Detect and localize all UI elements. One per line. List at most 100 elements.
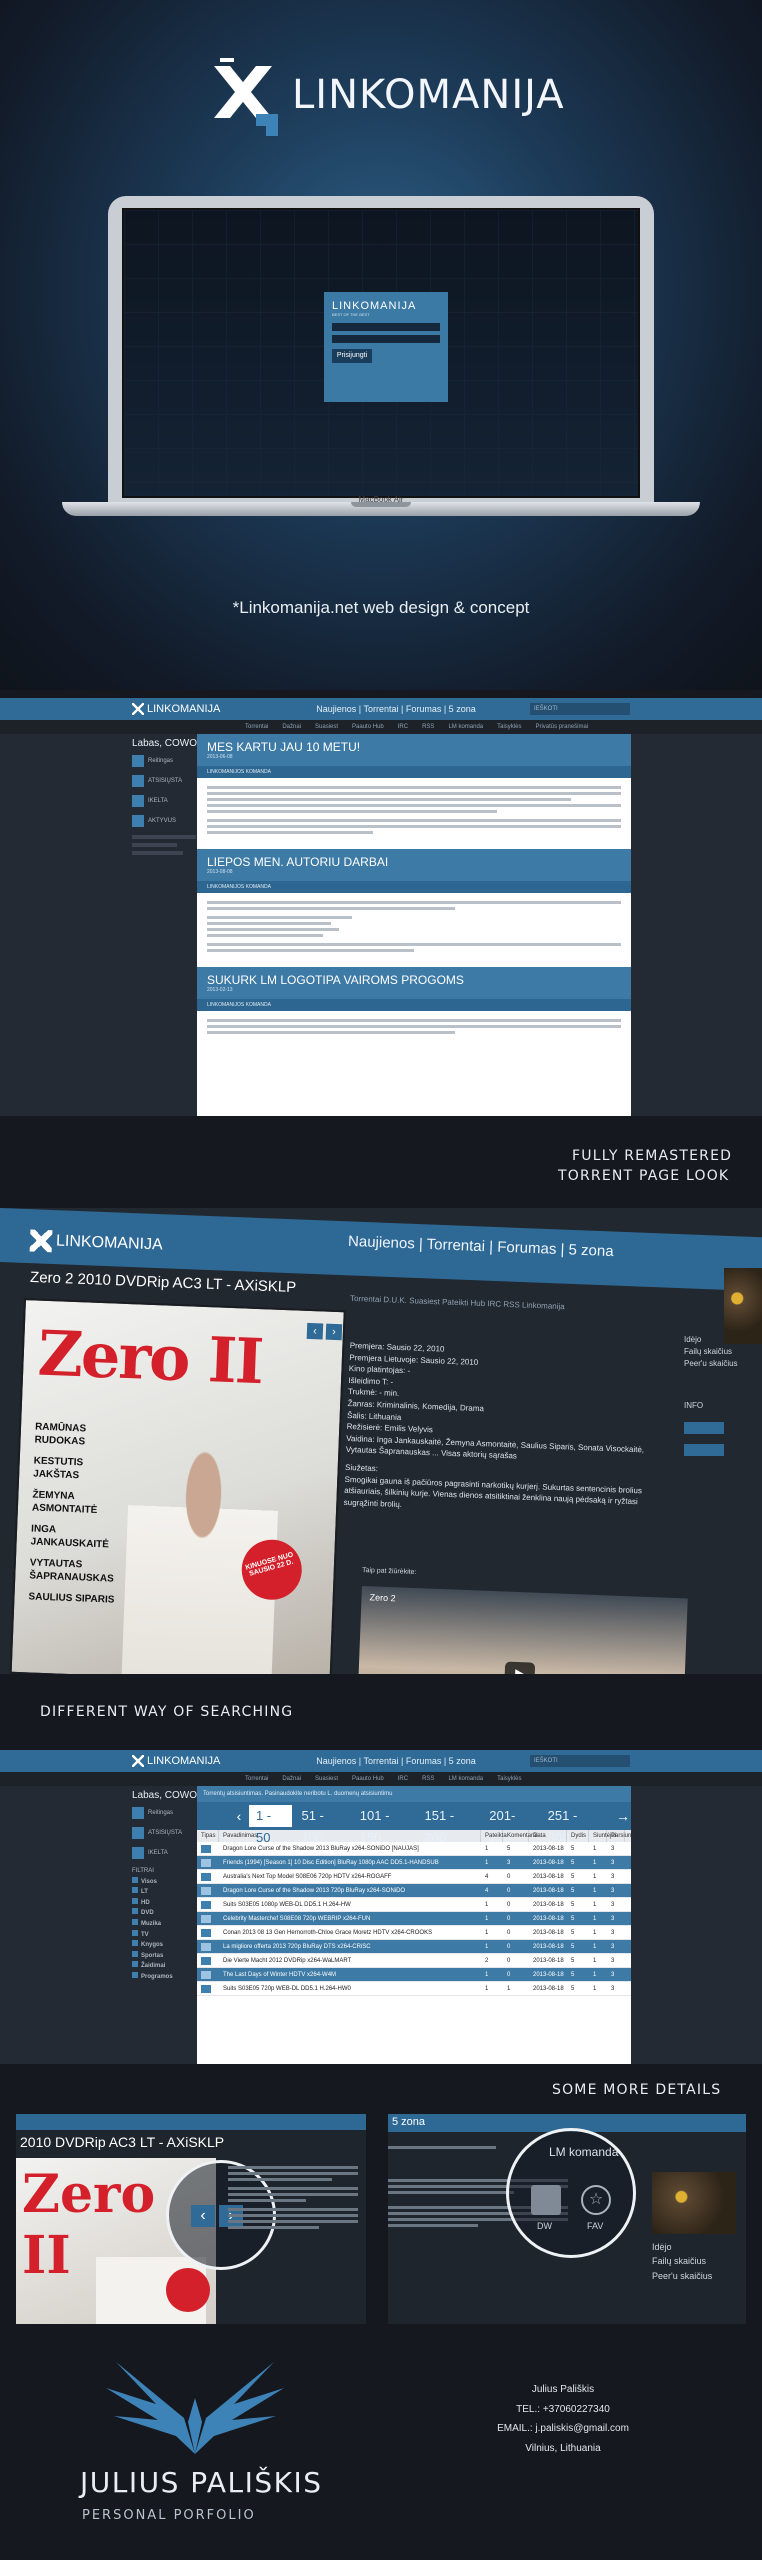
team-link[interactable]: LM komanda: [549, 2145, 618, 2159]
cell-name[interactable]: Die Vierte Macht 2012 DVDRip x264-WaLMAR…: [219, 1954, 481, 1967]
checkbox-icon[interactable]: [132, 1940, 138, 1947]
favorite-star-icon[interactable]: ☆: [581, 2185, 611, 2215]
table-row[interactable]: Suits S03E05 1080p WEB-DL DD5.1 H.264-HW…: [197, 1898, 631, 1912]
filter-item[interactable]: Sportas: [132, 1950, 196, 1962]
prev-arrow-icon[interactable]: ‹: [191, 2205, 215, 2227]
table-row[interactable]: Friends (1994) [Season 1] 10 Disc Editio…: [197, 1856, 631, 1870]
checkbox-icon[interactable]: [132, 1961, 138, 1968]
prev-arrow-icon[interactable]: ‹: [306, 1322, 324, 1340]
column-header[interactable]: Pavadinimas: [219, 1830, 481, 1842]
table-row[interactable]: La migliore offerta 2013 720p BluRay DTS…: [197, 1940, 631, 1954]
subnav-item[interactable]: RSS: [422, 1776, 434, 1782]
filter-item[interactable]: Visos: [132, 1876, 196, 1888]
table-row[interactable]: Suits S03E05 720p WEB-DL DD5.1 H.264-HW0…: [197, 1982, 631, 1996]
checkbox-icon[interactable]: [132, 1918, 138, 1925]
subnav-item[interactable]: Taisyklės: [497, 724, 521, 730]
filter-item[interactable]: HD: [132, 1897, 196, 1909]
column-header[interactable]: Siuntėjai: [589, 1830, 616, 1842]
cell-name[interactable]: Australia's Next Top Model S08E06 720p H…: [219, 1870, 481, 1883]
contact-phone[interactable]: TEL.: +37060227340: [488, 2400, 638, 2420]
cell-name[interactable]: Friends (1994) [Season 1] 10 Disc Editio…: [219, 1856, 481, 1869]
cell-name[interactable]: Conan 2013 08 13 Gen Hernorroth-Chloe Gr…: [219, 1926, 481, 1939]
checkbox-icon[interactable]: [132, 1897, 138, 1904]
page-button[interactable]: 1 - 50: [248, 1805, 293, 1845]
checkbox-icon[interactable]: [132, 1971, 138, 1978]
column-header[interactable]: Tipas: [197, 1830, 219, 1842]
subnav-item[interactable]: Torrentai: [245, 1776, 268, 1782]
table-row[interactable]: The Last Days of Winter HDTV x264-W4M 1 0 2…: [197, 1968, 631, 1982]
subnav-item[interactable]: IRC: [398, 1776, 408, 1782]
filter-item[interactable]: LT: [132, 1887, 196, 1898]
subnav-item[interactable]: Taisyklės: [497, 1776, 521, 1782]
subnav-item[interactable]: Privatūs pranešimai: [535, 724, 588, 730]
filter-item[interactable]: Muzika: [132, 1918, 196, 1930]
table-row[interactable]: Dragon Lore Curse of the Shadow 2013 720…: [197, 1884, 631, 1898]
login-button[interactable]: Prisijungti: [332, 349, 372, 363]
checkbox-icon[interactable]: [132, 1887, 138, 1894]
subnav-item[interactable]: Dažnai: [282, 1776, 301, 1782]
filter-item[interactable]: TV: [132, 1929, 196, 1941]
subnav-item[interactable]: Paauto Hub: [352, 1776, 384, 1782]
subnav-item[interactable]: Suasiest: [315, 724, 338, 730]
play-icon[interactable]: ▶: [504, 1661, 536, 1674]
filter-item[interactable]: DVD: [132, 1908, 196, 1919]
prev-page-icon[interactable]: ‹: [231, 1805, 247, 1827]
site-search-input[interactable]: IEŠKOTI: [530, 1755, 630, 1767]
subnav-item[interactable]: Dažnai: [282, 724, 301, 730]
contact-email[interactable]: EMAIL.: j.paliskis@gmail.com: [488, 2419, 638, 2439]
page-button[interactable]: 201-250: [482, 1805, 538, 1845]
subnav-item[interactable]: Torrentai: [245, 724, 268, 730]
action-button[interactable]: [684, 1422, 724, 1434]
table-row[interactable]: Conan 2013 08 13 Gen Hernorroth-Chloe Gr…: [197, 1926, 631, 1940]
table-row[interactable]: Celebrity Masterchef S08E08 720p WEBRIP …: [197, 1912, 631, 1926]
password-field[interactable]: [332, 335, 440, 343]
checkbox-icon[interactable]: [132, 1950, 138, 1957]
news-item-header[interactable]: LIEPOS MEN. AUTORIU DARBAI 2013-08-08: [197, 849, 631, 881]
username-field[interactable]: [332, 323, 440, 331]
next-page-icon[interactable]: →: [615, 1805, 631, 1827]
cell-name[interactable]: Suits S03E05 720p WEB-DL DD5.1 H.264-HW0: [219, 1982, 481, 1995]
column-header[interactable]: Pateikta: [481, 1830, 507, 1842]
action-button[interactable]: [684, 1444, 724, 1456]
site-main-nav[interactable]: Naujienos | Torrentai | Forumas | 5 zona: [262, 1756, 530, 1766]
cell-name[interactable]: Dragon Lore Curse of the Shadow 2013 720…: [219, 1884, 481, 1897]
next-arrow-icon[interactable]: ›: [325, 1323, 343, 1341]
table-row[interactable]: Dragon Lore Curse of the Shadow 2013 Blu…: [197, 1842, 631, 1856]
torrent-subnav[interactable]: Torrentai D.U.K. Suasiest Pateikti Hub I…: [350, 1294, 565, 1311]
cell-name[interactable]: Dragon Lore Curse of the Shadow 2013 Blu…: [219, 1842, 481, 1855]
site-logo[interactable]: LINKOMANIJA: [132, 1755, 262, 1767]
detail-tab[interactable]: 5 zona: [392, 2116, 425, 2128]
site-search-input[interactable]: IEŠKOTI: [530, 703, 630, 715]
filter-item[interactable]: Programos: [132, 1971, 196, 1983]
news-item-header[interactable]: MES KARTU JAU 10 METU! 2013-06-08: [197, 734, 631, 766]
subnav-item[interactable]: RSS: [422, 724, 434, 730]
cell-name[interactable]: La migliore offerta 2013 720p BluRay DTS…: [219, 1940, 481, 1953]
page-button[interactable]: 151 - 200: [418, 1805, 481, 1845]
column-header[interactable]: Komentarai: [503, 1830, 538, 1842]
cell-name[interactable]: Celebrity Masterchef S08E08 720p WEBRIP …: [219, 1912, 481, 1925]
subnav-item[interactable]: IRC: [398, 724, 408, 730]
subnav-item[interactable]: LM komanda: [448, 724, 483, 730]
trailer-video[interactable]: Zero 2 ▶: [354, 1586, 688, 1674]
page-button[interactable]: 101 - 150: [353, 1805, 416, 1845]
checkbox-icon[interactable]: [132, 1876, 138, 1883]
site-logo[interactable]: LINKOMANIJA: [132, 703, 262, 715]
column-header[interactable]: Data: [529, 1830, 567, 1842]
checkbox-icon[interactable]: [132, 1908, 138, 1915]
page-button[interactable]: 251 - 300...: [541, 1805, 613, 1845]
table-row[interactable]: Die Vierte Macht 2012 DVDRip x264-WaLMAR…: [197, 1954, 631, 1968]
cell-name[interactable]: The Last Days of Winter HDTV x264-W4M: [219, 1968, 481, 1981]
page-button[interactable]: 51 - 100: [294, 1805, 350, 1845]
cell-name[interactable]: Suits S03E05 1080p WEB-DL DD5.1 H.264-HW: [219, 1898, 481, 1911]
column-header[interactable]: Parsiunt.: [607, 1830, 635, 1842]
site-main-nav[interactable]: Naujienos | Torrentai | Forumas | 5 zona: [262, 704, 530, 714]
subnav-item[interactable]: Paauto Hub: [352, 724, 384, 730]
checkbox-icon[interactable]: [132, 1929, 138, 1936]
column-header[interactable]: Dydis: [567, 1830, 589, 1842]
filter-item[interactable]: Žaidimai: [132, 1961, 196, 1972]
subnav-item[interactable]: Suasiest: [315, 1776, 338, 1782]
table-row[interactable]: Australia's Next Top Model S08E06 720p H…: [197, 1870, 631, 1884]
news-item-header[interactable]: SUKURK LM LOGOTIPA VAIROMS PROGOMS 2013-…: [197, 967, 631, 999]
subnav-item[interactable]: LM komanda: [448, 1776, 483, 1782]
filter-item[interactable]: Knygos: [132, 1940, 196, 1951]
